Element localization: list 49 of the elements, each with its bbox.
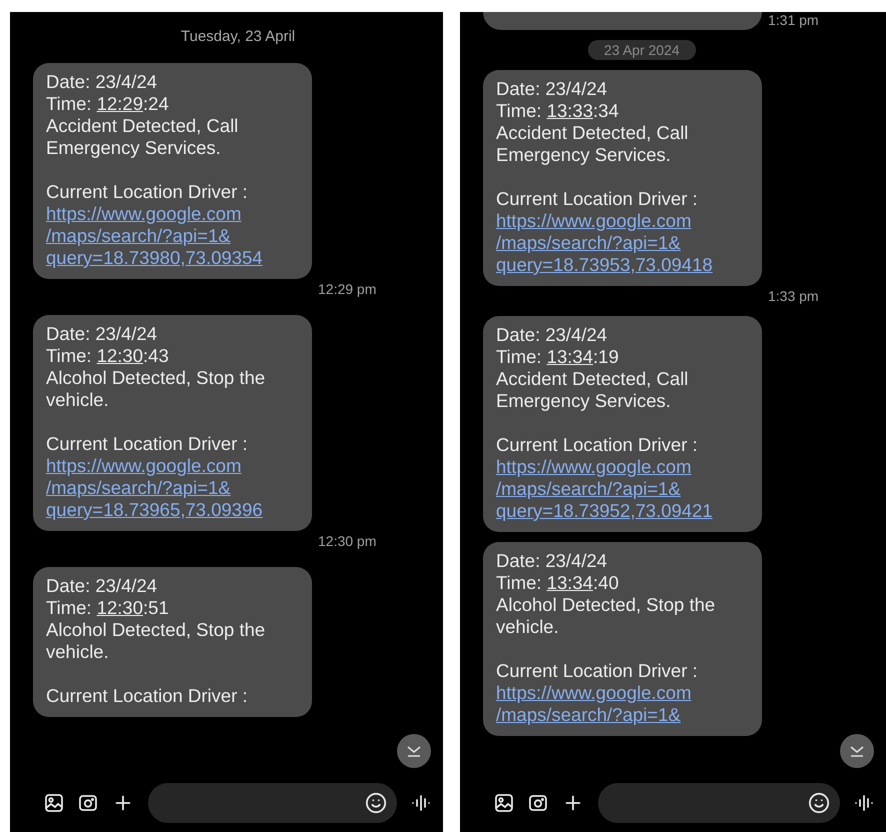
message-input[interactable] bbox=[148, 783, 397, 823]
location-label: Current Location Driver : bbox=[496, 660, 699, 682]
scroll-down-icon[interactable] bbox=[406, 744, 422, 758]
gallery-icon[interactable] bbox=[494, 793, 514, 813]
message-time: Time: 13:34:40 bbox=[496, 572, 620, 594]
message-time: Time: 12:29:24 bbox=[46, 93, 170, 115]
alert-text: Alcohol Detected, Stop the vehicle. bbox=[46, 619, 266, 663]
alert-text: Accident Detected, Call Emergency Services. bbox=[496, 122, 690, 166]
date-header: Tuesday, 23 April bbox=[180, 28, 296, 45]
map-link[interactable]: https://www.google.com /maps/search/?api=1& query=18.73980,73.09354 bbox=[46, 203, 299, 269]
scroll-down-button[interactable] bbox=[840, 734, 874, 768]
camera-icon[interactable] bbox=[528, 793, 548, 813]
map-link[interactable]: https://www.google.com /maps/search/?api=1& query=18.73953,73.09418 bbox=[496, 210, 749, 276]
location-label: Current Location Driver : bbox=[496, 434, 699, 456]
voice-icon[interactable] bbox=[854, 793, 874, 813]
date-chip: 23 Apr 2024 bbox=[588, 40, 696, 60]
alert-text: Accident Detected, Call Emergency Services. bbox=[496, 368, 690, 412]
location-label: Current Location Driver : bbox=[46, 433, 249, 455]
message-timestamp: 1:33 pm bbox=[768, 288, 819, 306]
message-date: Date: 23/4/24 bbox=[496, 550, 608, 572]
map-link[interactable]: https://www.google.com /maps/search/?api=1& query=18.73965,73.09396 bbox=[46, 455, 299, 521]
message-date: Date: 23/4/24 bbox=[46, 575, 158, 597]
location-label: Current Location Driver : bbox=[46, 685, 249, 707]
message-time: Time: 12:30:43 bbox=[46, 345, 170, 367]
map-link[interactable]: https://www.google.com /maps/search/?api=1& query=18.73952,73.09421 bbox=[496, 456, 749, 522]
alert-text: Alcohol Detected, Stop the vehicle. bbox=[46, 367, 266, 411]
message-date: Date: 23/4/24 bbox=[496, 78, 608, 100]
map-link[interactable]: https://www.google.com /maps/search/?api=1& bbox=[496, 682, 749, 726]
voice-icon[interactable] bbox=[411, 793, 431, 813]
message-time: Time: 12:30:51 bbox=[46, 597, 170, 619]
message-time: Time: 13:33:34 bbox=[496, 100, 620, 122]
message-time: Time: 13:34:19 bbox=[496, 346, 620, 368]
location-label: Current Location Driver : bbox=[46, 181, 249, 203]
message-date: Date: 23/4/24 bbox=[46, 323, 158, 345]
scroll-down-button[interactable] bbox=[397, 734, 431, 768]
scroll-down-icon[interactable] bbox=[849, 744, 865, 758]
message-date: Date: 23/4/24 bbox=[46, 71, 158, 93]
message-timestamp: 1:31 pm bbox=[768, 12, 819, 30]
camera-icon[interactable] bbox=[78, 793, 98, 813]
location-label: Current Location Driver : bbox=[496, 188, 699, 210]
emoji-icon[interactable] bbox=[365, 792, 387, 814]
alert-text: Accident Detected, Call Emergency Services. bbox=[46, 115, 240, 159]
message-date: Date: 23/4/24 bbox=[496, 324, 608, 346]
message-timestamp: 12:29 pm bbox=[318, 281, 376, 299]
message-timestamp: 12:30 pm bbox=[318, 533, 376, 551]
message-input[interactable] bbox=[598, 783, 840, 823]
alert-text: Alcohol Detected, Stop the vehicle. bbox=[496, 594, 716, 638]
emoji-icon[interactable] bbox=[808, 792, 830, 814]
gallery-icon[interactable] bbox=[44, 793, 64, 813]
